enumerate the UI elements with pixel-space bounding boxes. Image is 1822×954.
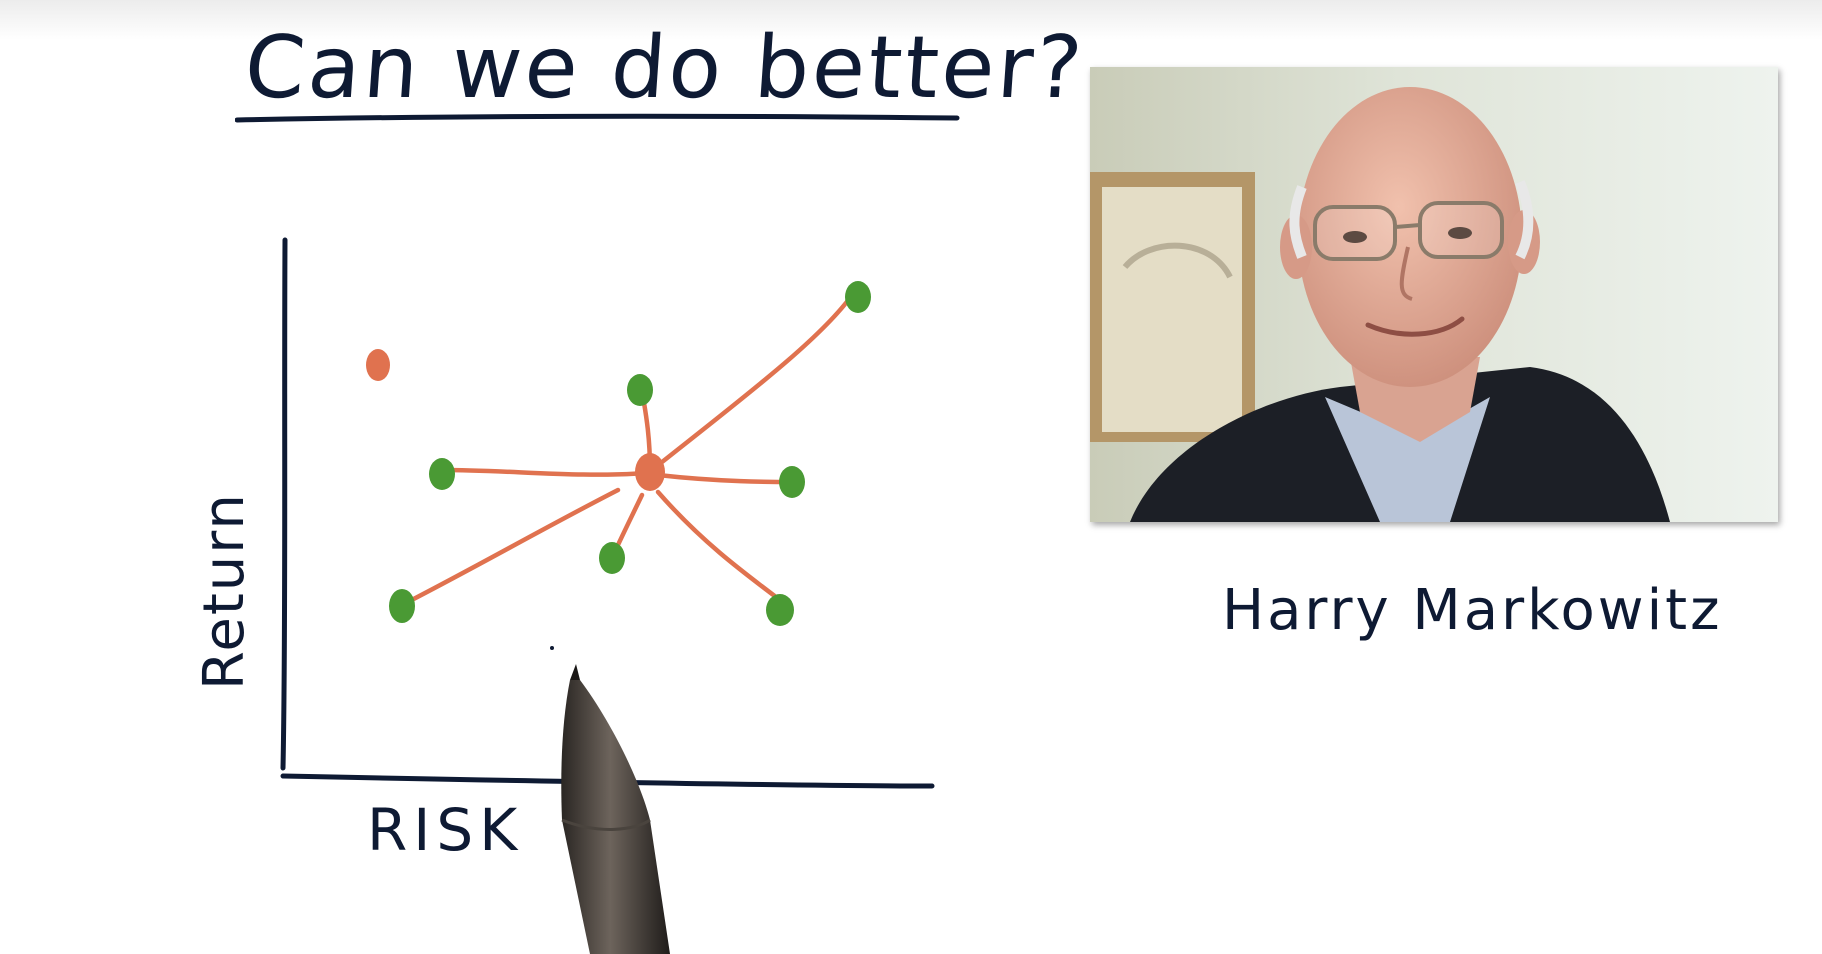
x-axis-label: RISK (367, 796, 524, 864)
isolated-node (366, 349, 390, 381)
leaf-node (845, 281, 871, 313)
edge-right (655, 472, 798, 485)
y-axis-label: Return (192, 492, 257, 690)
leaf-node (599, 542, 625, 574)
stray-dot (550, 646, 554, 650)
stylus-pen (561, 664, 670, 954)
portrait-caption: Harry Markowitz (1222, 578, 1723, 643)
edge-lower-left (399, 487, 621, 608)
center-node (635, 453, 665, 491)
leaf-node (429, 458, 455, 490)
leaf-node (389, 589, 415, 623)
portrait-photo (1090, 67, 1778, 522)
leaf-node (779, 466, 805, 498)
title-underline (235, 113, 960, 123)
leaf-node (627, 374, 653, 406)
leaf-node (766, 594, 794, 626)
edge-top-right (649, 292, 855, 473)
edge-left (439, 467, 648, 477)
edge-lower-right (655, 489, 783, 603)
edge-group (399, 292, 855, 608)
slide-title: Can we do better? (241, 18, 1089, 118)
y-axis (280, 237, 288, 771)
